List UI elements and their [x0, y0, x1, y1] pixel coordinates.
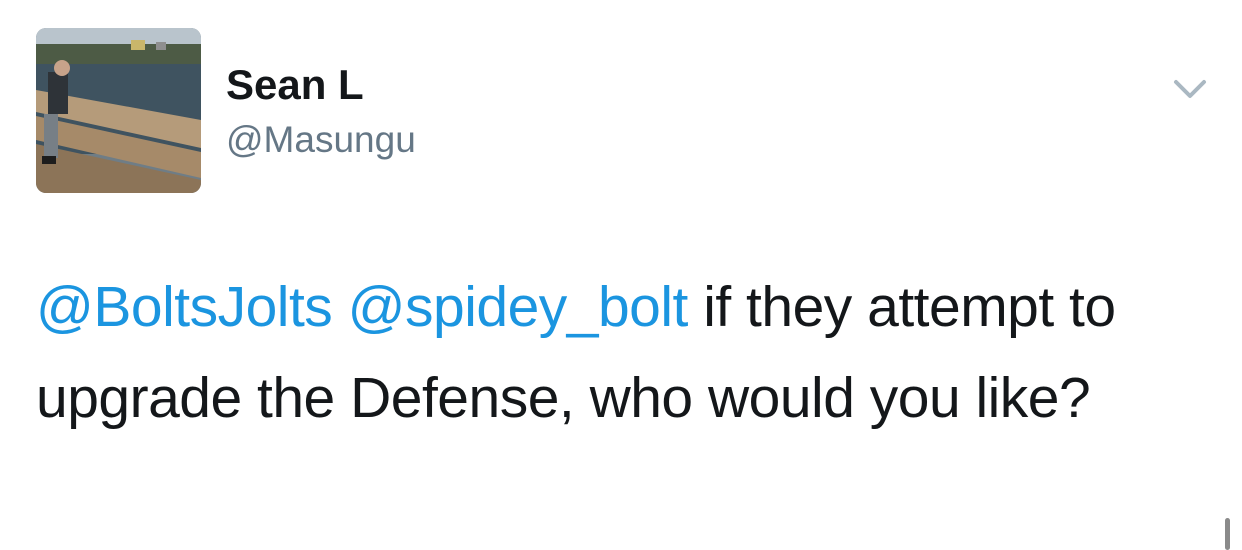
chevron-down-icon[interactable]	[1170, 74, 1210, 104]
tweet-text: @BoltsJolts @spidey_bolt if they attempt…	[36, 262, 1196, 444]
mention-link[interactable]: @spidey_bolt	[348, 275, 689, 339]
mention-link[interactable]: @BoltsJolts	[36, 275, 333, 339]
user-handle[interactable]: @Masungu	[226, 118, 416, 162]
avatar-photo	[36, 28, 201, 193]
avatar[interactable]	[36, 28, 201, 193]
display-name[interactable]: Sean L	[226, 60, 364, 110]
tweet: Sean L @Masungu @BoltsJolts @spidey_bolt…	[0, 0, 1242, 550]
tweet-text-space	[332, 275, 347, 339]
scrollbar[interactable]	[1225, 518, 1230, 550]
